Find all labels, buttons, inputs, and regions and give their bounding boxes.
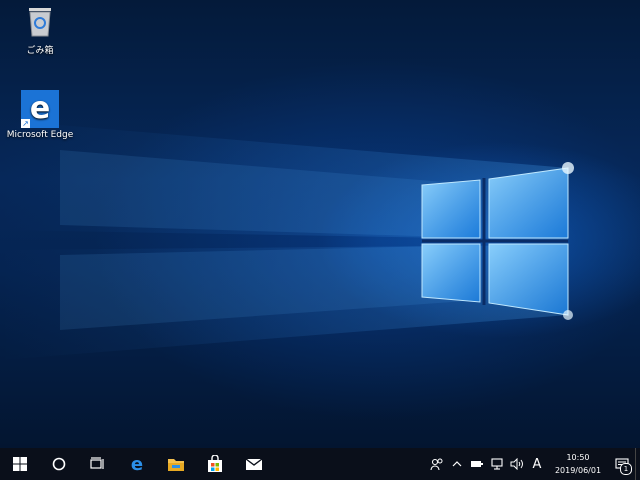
- edge-icon: e ↗: [21, 90, 59, 128]
- shortcut-arrow-icon: ↗: [21, 119, 30, 128]
- taskbar: e A 10:50 2019/06/01 1: [0, 448, 640, 480]
- logo-pane-bottom-left: [421, 243, 481, 303]
- clock-time: 10:50: [566, 453, 590, 462]
- file-explorer-button[interactable]: [156, 448, 195, 480]
- desktop[interactable]: ごみ箱 e ↗ Microsoft Edge: [0, 0, 640, 448]
- show-desktop-button[interactable]: [635, 448, 640, 480]
- show-hidden-icons-button[interactable]: [447, 448, 467, 480]
- windows-start-icon: [12, 457, 27, 471]
- logo-pane-top-left: [421, 179, 481, 239]
- mail-button[interactable]: [234, 448, 273, 480]
- network-button[interactable]: [487, 448, 507, 480]
- chevron-up-icon: [452, 461, 462, 467]
- ime-mode-indicator: A: [532, 456, 542, 472]
- clock[interactable]: 10:50 2019/06/01: [547, 448, 609, 480]
- task-view-icon: [89, 457, 104, 469]
- battery-button[interactable]: [467, 448, 487, 480]
- windows-wallpaper: [0, 120, 574, 360]
- system-tray: A 10:50 2019/06/01 1: [427, 448, 640, 480]
- volume-button[interactable]: [507, 448, 527, 480]
- recycle-bin-label: ごみ箱: [26, 46, 54, 56]
- battery-icon: [471, 461, 483, 467]
- recycle-bin-icon: [29, 8, 51, 37]
- cortana-search-icon: [52, 457, 65, 471]
- logo-pane-bottom-right: [488, 243, 569, 316]
- task-view-button[interactable]: [78, 448, 117, 480]
- logo-pane-top-right: [488, 167, 569, 239]
- people-icon: [430, 458, 443, 471]
- clock-date: 2019/06/01: [554, 466, 602, 475]
- edge-shortcut[interactable]: e ↗ Microsoft Edge: [3, 90, 77, 140]
- edge-shortcut-label: Microsoft Edge: [6, 130, 74, 140]
- store-button[interactable]: [195, 448, 234, 480]
- taskbar-edge-button[interactable]: e: [117, 448, 156, 480]
- file-explorer-icon: [167, 459, 184, 471]
- svg-text:e: e: [130, 455, 142, 473]
- cortana-search-button[interactable]: [39, 448, 78, 480]
- store-icon: [207, 455, 222, 472]
- mail-icon: [245, 458, 262, 470]
- notification-count-badge: 1: [620, 463, 632, 475]
- action-center-button[interactable]: 1: [609, 448, 635, 480]
- start-button[interactable]: [0, 448, 39, 480]
- ime-mode-button[interactable]: A: [527, 448, 547, 480]
- speaker-icon: [510, 458, 523, 470]
- people-button[interactable]: [427, 448, 447, 480]
- network-icon: [491, 458, 503, 470]
- edge-icon: e: [130, 455, 142, 473]
- recycle-bin-shortcut[interactable]: ごみ箱: [3, 6, 77, 56]
